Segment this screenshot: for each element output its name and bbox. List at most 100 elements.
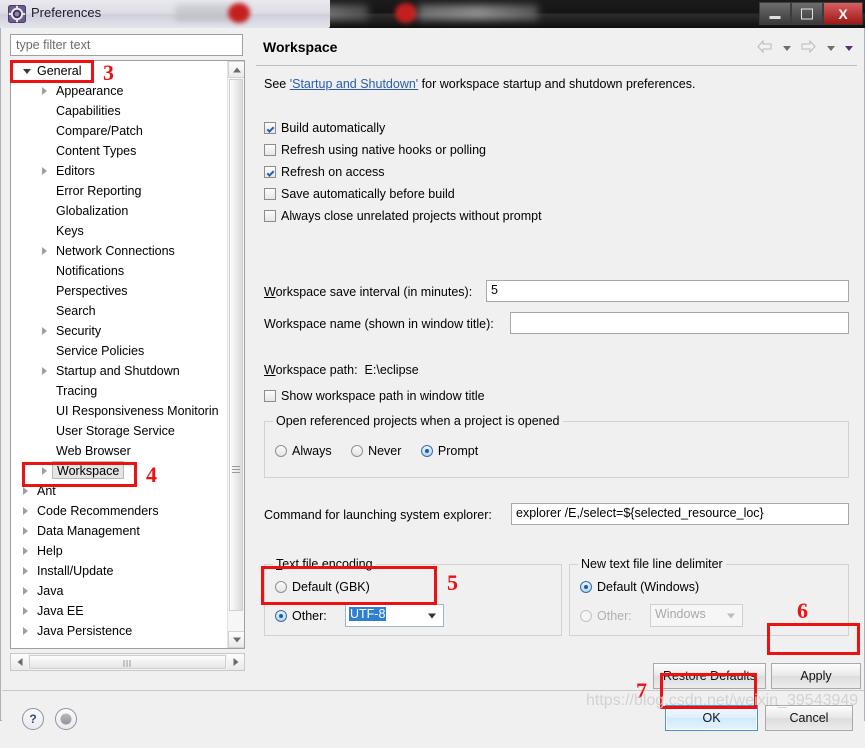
tree-item-service-policies[interactable]: Service Policies xyxy=(11,341,227,361)
startup-shutdown-link[interactable]: 'Startup and Shutdown' xyxy=(290,77,418,91)
tree-expand-closed-icon[interactable] xyxy=(23,547,28,555)
tree-item-appearance[interactable]: Appearance xyxy=(11,81,227,101)
tree-item-compare-patch[interactable]: Compare/Patch xyxy=(11,121,227,141)
blurred-overlay-chip xyxy=(175,4,230,21)
tree-expand-closed-icon[interactable] xyxy=(23,507,28,515)
scroll-left-arrow[interactable] xyxy=(11,654,28,670)
tree-item-network-connections[interactable]: Network Connections xyxy=(11,241,227,261)
open-referenced-projects-title: Open referenced projects when a project … xyxy=(273,414,563,428)
tree-item-content-types[interactable]: Content Types xyxy=(11,141,227,161)
tree-item-user-storage-service[interactable]: User Storage Service xyxy=(11,421,227,441)
tree-item-workspace[interactable]: Workspace xyxy=(11,461,227,481)
tree-expand-closed-icon[interactable] xyxy=(42,87,47,95)
page-menu-icon[interactable] xyxy=(845,45,853,51)
tree-item-tracing[interactable]: Tracing xyxy=(11,381,227,401)
tree-expand-open-icon[interactable] xyxy=(23,69,31,74)
restore-defaults-button[interactable]: Restore Defaults xyxy=(653,663,766,689)
tree-item-label: Content Types xyxy=(56,144,137,158)
close-button[interactable]: X xyxy=(823,2,863,25)
checkbox-refresh-on-access[interactable]: Refresh on access xyxy=(264,163,385,181)
tree-item-code-recommenders[interactable]: Code Recommenders xyxy=(11,501,227,521)
vertical-scrollbar-thumb[interactable] xyxy=(229,79,243,611)
tree-item-data-management[interactable]: Data Management xyxy=(11,521,227,541)
tree-expand-closed-icon[interactable] xyxy=(42,327,47,335)
checkbox-build-automatically[interactable]: Build automatically xyxy=(264,119,385,137)
radio-never[interactable]: Never xyxy=(351,444,405,458)
page-nav-icons xyxy=(750,39,853,58)
restore-defaults-label: Restore Defaults xyxy=(662,669,757,683)
delimiter-combobox[interactable]: Windows xyxy=(650,604,743,627)
watermark-text: https://blog.csdn.net/weixin_39543949 xyxy=(586,692,859,709)
help-icon[interactable]: ? xyxy=(22,708,44,730)
encoding-other-radio[interactable]: Other: xyxy=(275,609,327,623)
tree-item-globalization[interactable]: Globalization xyxy=(11,201,227,221)
tree-item-web-browser[interactable]: Web Browser xyxy=(11,441,227,461)
tree-horizontal-scrollbar[interactable] xyxy=(10,653,245,671)
minimize-button[interactable] xyxy=(759,2,791,25)
maximize-button[interactable] xyxy=(791,2,823,25)
tree-item-search[interactable]: Search xyxy=(11,301,227,321)
tree-item-startup-and-shutdown[interactable]: Startup and Shutdown xyxy=(11,361,227,381)
tree-expand-closed-icon[interactable] xyxy=(23,627,28,635)
description-suffix: for workspace startup and shutdown prefe… xyxy=(418,77,696,91)
encoding-combobox-value: UTF-8 xyxy=(349,607,387,621)
checkbox-always-close-unrelated-projects-without-prompt[interactable]: Always close unrelated projects without … xyxy=(264,207,542,225)
radio-prompt[interactable]: Prompt xyxy=(420,444,478,458)
back-dropdown-icon[interactable] xyxy=(782,45,791,51)
tree-item-java[interactable]: Java xyxy=(11,581,227,601)
tree-item-editors[interactable]: Editors xyxy=(11,161,227,181)
save-interval-input[interactable]: 5 xyxy=(486,280,849,302)
explorer-command-label-text: Command for launching system explorer: xyxy=(264,508,492,522)
tree-item-label: Capabilities xyxy=(56,104,121,118)
tree-item-keys[interactable]: Keys xyxy=(11,221,227,241)
checkbox-refresh-using-native-hooks-or-polling[interactable]: Refresh using native hooks or polling xyxy=(264,141,486,159)
delimiter-default-radio[interactable]: Default (Windows) xyxy=(580,580,699,594)
horizontal-scrollbar-thumb[interactable] xyxy=(29,655,226,669)
show-workspace-path-checkbox[interactable]: Show workspace path in window title xyxy=(264,387,485,405)
tree-item-java-persistence[interactable]: Java Persistence xyxy=(11,621,227,641)
tree-item-java-ee[interactable]: Java EE xyxy=(11,601,227,621)
tree-item-security[interactable]: Security xyxy=(11,321,227,341)
forward-arrow-icon[interactable] xyxy=(801,39,816,56)
tree-expand-closed-icon[interactable] xyxy=(23,567,28,575)
tree-expand-closed-icon[interactable] xyxy=(42,467,47,475)
tree-expand-closed-icon[interactable] xyxy=(42,167,47,175)
explorer-command-label: Command for launching system explorer: xyxy=(264,508,492,522)
tree-expand-closed-icon[interactable] xyxy=(23,527,28,535)
tree-vertical-scrollbar[interactable] xyxy=(227,61,244,648)
encoding-combobox[interactable]: UTF-8 xyxy=(345,604,444,627)
tree-item-notifications[interactable]: Notifications xyxy=(11,261,227,281)
radio-always[interactable]: Always xyxy=(275,444,335,458)
tree-item-label: Perspectives xyxy=(56,284,128,298)
tree-item-ui-responsiveness-monitorin[interactable]: UI Responsiveness Monitorin xyxy=(11,401,227,421)
forward-dropdown-icon[interactable] xyxy=(826,45,835,51)
checkbox-save-automatically-before-build[interactable]: Save automatically before build xyxy=(264,185,455,203)
explorer-command-input[interactable]: explorer /E,/select=${selected_resource_… xyxy=(511,503,849,525)
workspace-name-input[interactable] xyxy=(510,312,849,334)
scroll-right-arrow[interactable] xyxy=(227,654,244,670)
scroll-up-arrow[interactable] xyxy=(228,61,244,78)
tree-item-general[interactable]: General xyxy=(11,61,227,81)
preferences-tree[interactable]: General Appearance Capabilities Compare/Pat… xyxy=(10,60,245,649)
tree-item-error-reporting[interactable]: Error Reporting xyxy=(11,181,227,201)
tree-item-capabilities[interactable]: Capabilities xyxy=(11,101,227,121)
tree-item-perspectives[interactable]: Perspectives xyxy=(11,281,227,301)
tree-expand-closed-icon[interactable] xyxy=(42,247,47,255)
tree-item-install-update[interactable]: Install/Update xyxy=(11,561,227,581)
tree-item-label: General xyxy=(37,64,82,78)
delimiter-other-radio[interactable]: Other: xyxy=(580,609,632,623)
scroll-down-arrow[interactable] xyxy=(228,631,244,648)
tree-expand-closed-icon[interactable] xyxy=(42,367,47,375)
tree-item-help[interactable]: Help xyxy=(11,541,227,561)
back-arrow-icon[interactable] xyxy=(757,39,772,56)
annotation-number-3: 3 xyxy=(103,60,114,85)
tree-item-ant[interactable]: Ant xyxy=(11,481,227,501)
apply-button[interactable]: Apply xyxy=(771,663,861,689)
encoding-default-radio[interactable]: Default (GBK) xyxy=(275,580,370,594)
tree-expand-closed-icon[interactable] xyxy=(23,607,28,615)
tree-expand-closed-icon[interactable] xyxy=(23,587,28,595)
filter-input[interactable]: type filter text xyxy=(10,34,243,56)
shell-icon[interactable] xyxy=(55,708,77,730)
tree-expand-closed-icon[interactable] xyxy=(23,487,28,495)
tree-item-label: Ant xyxy=(37,484,56,498)
